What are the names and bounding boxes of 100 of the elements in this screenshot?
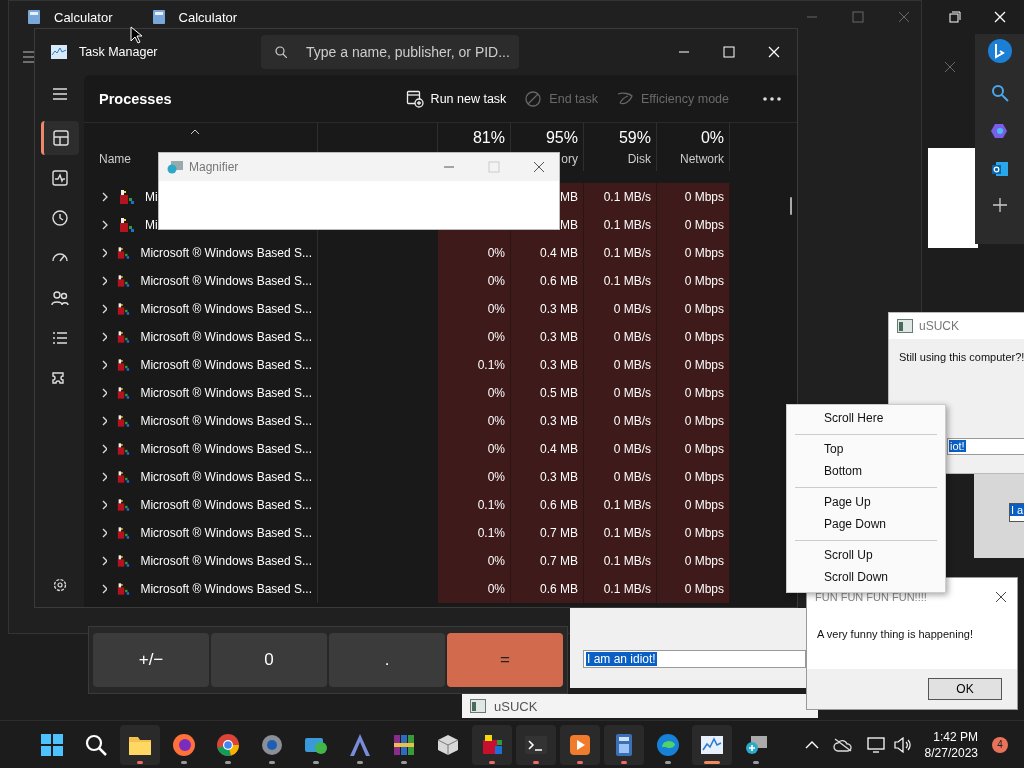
- chevron-icon[interactable]: [101, 332, 108, 342]
- scrollbar-thumb[interactable]: [790, 197, 792, 215]
- settings-icon[interactable]: [51, 577, 68, 593]
- copilot-icon[interactable]: [990, 122, 1009, 140]
- close-icon[interactable]: [533, 161, 545, 173]
- process-name: Microsoft ® Windows Based S...: [140, 442, 312, 456]
- pulse-icon: [50, 169, 69, 187]
- column-header[interactable]: Name: [99, 152, 131, 166]
- taskbar-button[interactable]: [604, 724, 644, 765]
- app-icon: [117, 385, 131, 401]
- taskbar-button[interactable]: [692, 724, 732, 765]
- taskbar-button[interactable]: [516, 724, 556, 765]
- input-field[interactable]: I a: [1009, 503, 1024, 522]
- menu-item[interactable]: Scroll Down: [787, 567, 945, 589]
- toolbar-button[interactable]: Run new task: [399, 85, 513, 112]
- window-title: uSUCK: [494, 698, 538, 714]
- input-field[interactable]: iot!: [947, 438, 1024, 455]
- menu-item[interactable]: Scroll Up: [787, 545, 945, 567]
- network-value: 0 Mbps: [684, 442, 724, 456]
- app-icon: [117, 273, 131, 289]
- network-icon[interactable]: [866, 736, 887, 753]
- plus-icon[interactable]: [992, 198, 1007, 212]
- app-icon: [117, 441, 131, 457]
- cpu-value: 0%: [487, 582, 505, 596]
- network-value: 0 Mbps: [684, 470, 724, 484]
- network-value: 0 Mbps: [684, 274, 724, 288]
- close-icon[interactable]: [995, 591, 1007, 603]
- disk-value: 0 MB/s: [613, 358, 651, 372]
- taskbar-button[interactable]: [472, 724, 512, 765]
- notification-badge[interactable]: 4: [992, 736, 1008, 753]
- chevron-icon[interactable]: [101, 416, 108, 426]
- disk-value: 0.1 MB/s: [603, 246, 651, 260]
- chevron-icon[interactable]: [101, 584, 108, 594]
- chevron-icon[interactable]: [101, 192, 109, 202]
- chevron-up-icon[interactable]: [804, 740, 819, 749]
- menu-item[interactable]: Bottom: [787, 461, 945, 483]
- selected-text: I a: [1010, 504, 1024, 516]
- calculator-key[interactable]: +/−: [93, 633, 209, 687]
- app-icon: [117, 245, 131, 261]
- chevron-icon[interactable]: [101, 444, 108, 454]
- chevron-icon[interactable]: [101, 304, 108, 314]
- memory-value: 0.6 MB: [540, 498, 578, 512]
- app-icon: [117, 301, 131, 317]
- running-indicator: [533, 760, 539, 764]
- calculator-key[interactable]: .: [329, 633, 445, 687]
- column-percent: 95%: [545, 129, 578, 147]
- process-name: Microsoft ® Windows Based S...: [140, 274, 312, 288]
- menu-icon: [50, 85, 69, 103]
- chevron-icon[interactable]: [101, 472, 108, 482]
- disk-value: 0.1 MB/s: [603, 190, 651, 204]
- calculator-key[interactable]: =: [447, 633, 563, 687]
- chevron-icon[interactable]: [101, 276, 108, 286]
- window-title: Calculator: [54, 9, 113, 25]
- calculator-key[interactable]: 0: [211, 633, 327, 687]
- app-icon: [117, 329, 131, 345]
- clock-date[interactable]: 8/27/2023: [924, 745, 978, 760]
- chevron-icon[interactable]: [101, 360, 108, 370]
- chevron-icon[interactable]: [101, 220, 109, 230]
- bing-icon[interactable]: [986, 38, 1013, 64]
- nav-item[interactable]: [40, 121, 79, 155]
- chevron-icon[interactable]: [101, 500, 108, 510]
- column-header[interactable]: Disk: [627, 152, 651, 166]
- menu-item[interactable]: Page Down: [787, 514, 945, 536]
- network-value: 0 Mbps: [684, 414, 724, 428]
- dialog-message: A very funny thing is happening!: [816, 627, 974, 642]
- mail-icon[interactable]: [990, 160, 1009, 178]
- cursor-icon: [130, 26, 142, 44]
- window-title: Task Manager: [79, 45, 159, 59]
- menu-item[interactable]: Page Up: [787, 492, 945, 514]
- taskbar-button[interactable]: [120, 724, 160, 765]
- memory-value: 0.3 MB: [540, 470, 578, 484]
- chevron-icon[interactable]: [101, 248, 108, 258]
- sort-caret-icon[interactable]: [190, 129, 200, 135]
- disk-value: 0 MB/s: [613, 386, 651, 400]
- clock-time[interactable]: 1:42 PM: [933, 729, 978, 744]
- input-field[interactable]: I am an idiot!: [583, 650, 806, 668]
- search-field[interactable]: Type a name, publisher, or PID...: [261, 35, 519, 69]
- cloud-icon[interactable]: [832, 737, 853, 752]
- ok-button[interactable]: OK: [928, 678, 1002, 700]
- chevron-icon[interactable]: [101, 388, 108, 398]
- running-indicator: [181, 760, 187, 764]
- volume-icon[interactable]: [892, 736, 911, 753]
- search-icon[interactable]: [990, 84, 1009, 102]
- column-header[interactable]: ory: [561, 152, 578, 166]
- running-indicator: [577, 760, 583, 764]
- disk-value: 0 MB/s: [613, 302, 651, 316]
- column-header[interactable]: Network: [680, 152, 724, 166]
- chevron-icon[interactable]: [101, 556, 108, 566]
- menu-item[interactable]: Scroll Here: [787, 408, 945, 430]
- taskbar-button[interactable]: [560, 724, 600, 765]
- memory-value: MB: [560, 218, 578, 232]
- app-icon: [897, 319, 913, 333]
- app-icon: [117, 469, 131, 485]
- more-icon[interactable]: [763, 96, 781, 101]
- chevron-icon[interactable]: [101, 528, 108, 538]
- disk-value: 0.1 MB/s: [603, 554, 651, 568]
- network-value: 0 Mbps: [684, 302, 724, 316]
- restore-icon[interactable]: [949, 11, 961, 23]
- menu-item[interactable]: Top: [787, 439, 945, 461]
- prohibited-icon: [524, 89, 543, 108]
